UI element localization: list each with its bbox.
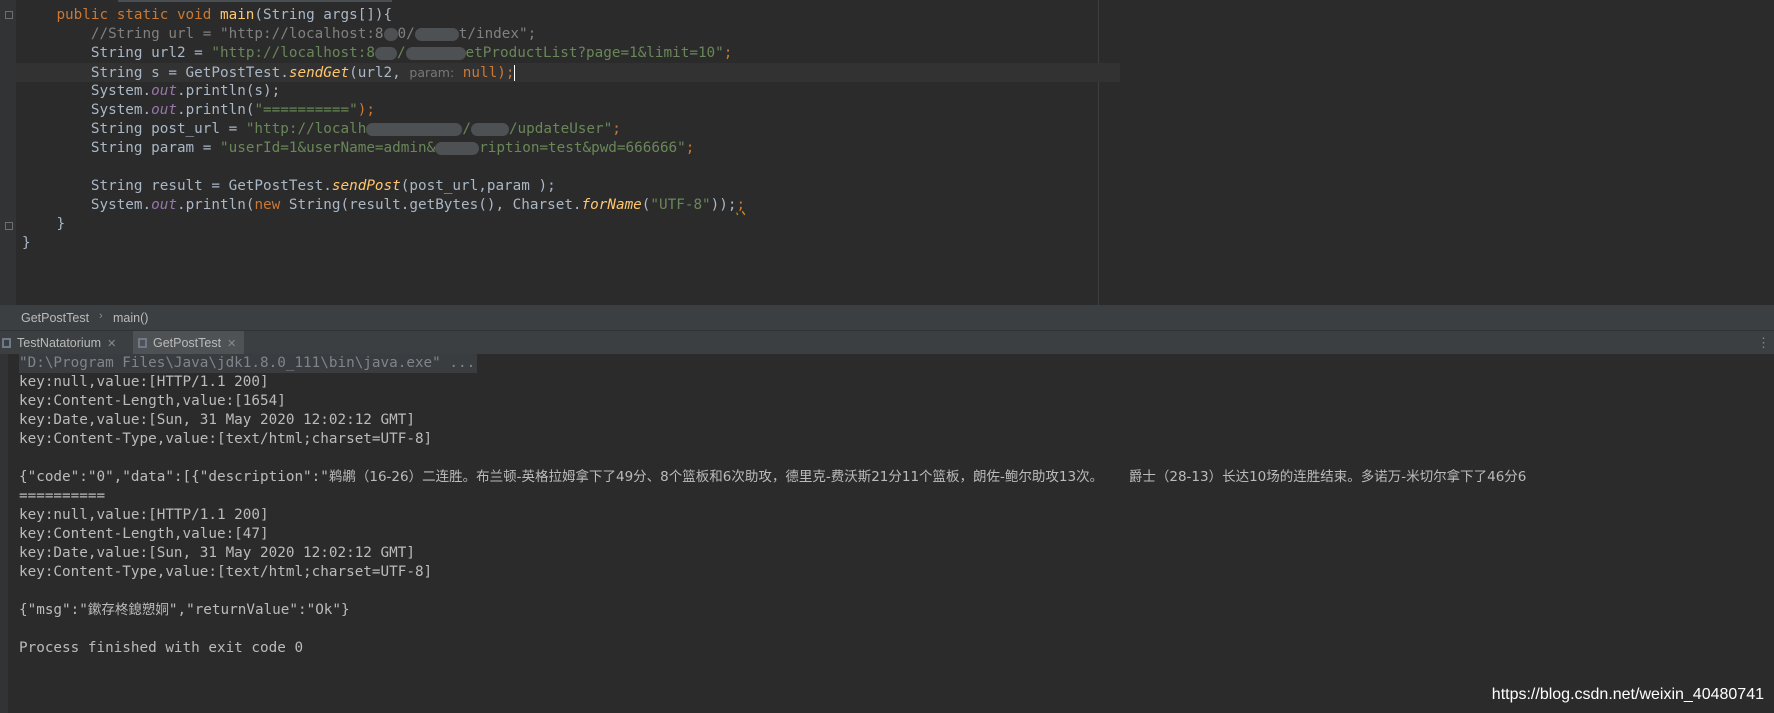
console-output[interactable]: "D:\Program Files\Java\jdk1.8.0_111\bin\… xyxy=(0,354,1774,713)
run-tab-label: TestNatatorium xyxy=(17,336,102,350)
watermark: https://blog.csdn.net/weixin_40480741 xyxy=(1491,686,1764,703)
code-line: String param = "userId=1&userName=admin&… xyxy=(90,140,695,156)
code-line: } xyxy=(56,216,66,232)
console-msg-line: {"msg":"鏉存柊鎴愬姛","returnValue":"Ok"} xyxy=(19,602,350,618)
console-line: key:null,value:[HTTP/1.1 200] xyxy=(19,507,269,523)
text-caret xyxy=(514,65,516,81)
console-command[interactable]: "D:\Program Files\Java\jdk1.8.0_111\bin\… xyxy=(19,354,478,373)
console-json-line: {"code":"0","data":[{"description":"鹈鹕（1… xyxy=(19,469,1527,485)
run-tab-getposttest[interactable]: GetPostTest ✕ xyxy=(133,331,245,355)
console-line: key:null,value:[HTTP/1.1 200] xyxy=(19,374,269,390)
run-tab-label: GetPostTest xyxy=(153,336,222,350)
console-line: key:Content-Type,value:[text/html;charse… xyxy=(19,431,433,447)
code-line: System.out.println(s); xyxy=(90,83,281,99)
console-line: key:Content-Type,value:[text/html;charse… xyxy=(19,564,433,580)
code-line: System.out.println("=========="); xyxy=(90,102,375,118)
close-icon[interactable]: ✕ xyxy=(227,337,236,350)
run-tab-testnatatorium[interactable]: TestNatatorium ✕ xyxy=(0,331,124,355)
console-line: key:Date,value:[Sun, 31 May 2020 12:02:1… xyxy=(19,412,415,428)
code-line: //String url = "http://localhost:8 0/t/in… xyxy=(90,26,537,42)
code-line: String result = GetPostTest.sendPost(pos… xyxy=(90,178,556,194)
scroll-indicator xyxy=(118,0,392,2)
code-line-current: String s = GetPostTest.sendGet(url2, par… xyxy=(16,63,1120,82)
chevron-right-icon: › xyxy=(99,310,103,322)
code-editor[interactable]: public static void main(String args[]){ … xyxy=(0,0,1774,305)
console-separator: ========== xyxy=(19,488,106,504)
blurred-region xyxy=(383,27,398,41)
more-options-icon[interactable]: ⋮ xyxy=(1757,335,1770,351)
breadcrumb-method[interactable]: main() xyxy=(113,311,148,325)
blurred-region xyxy=(414,27,459,41)
code-line: System.out.println(new String(result.get… xyxy=(90,197,746,213)
code-line: } xyxy=(22,235,31,251)
breadcrumb: GetPostTest › main() xyxy=(0,305,1774,330)
run-tab-bar: TestNatatorium ✕ GetPostTest ✕ ⋮ xyxy=(0,330,1774,355)
blurred-region xyxy=(374,46,397,60)
param-hint: param: xyxy=(409,65,455,80)
blurred-region xyxy=(435,141,480,155)
console-line: key:Content-Length,value:[47] xyxy=(19,526,269,542)
right-margin-guide xyxy=(1098,0,1099,305)
code-line: String post_url = "http://localh //update… xyxy=(90,121,621,137)
console-exit-line: Process finished with exit code 0 xyxy=(19,640,304,656)
fold-icon[interactable] xyxy=(5,222,13,230)
editor-gutter xyxy=(0,0,16,305)
close-icon[interactable]: ✕ xyxy=(107,337,116,350)
console-line: key:Date,value:[Sun, 31 May 2020 12:02:1… xyxy=(19,545,415,561)
blurred-region xyxy=(366,122,463,136)
console-line: key:Content-Length,value:[1654] xyxy=(19,393,286,409)
run-config-icon xyxy=(138,338,147,348)
breadcrumb-class[interactable]: GetPostTest xyxy=(21,311,89,325)
code-line: public static void main(String args[]){ xyxy=(56,7,393,23)
fold-icon[interactable] xyxy=(5,11,13,19)
blurred-region xyxy=(470,122,509,136)
code-line: String url2 = "http://localhost:8/etProd… xyxy=(90,45,733,61)
blurred-region xyxy=(405,46,466,60)
run-config-icon xyxy=(2,338,11,348)
